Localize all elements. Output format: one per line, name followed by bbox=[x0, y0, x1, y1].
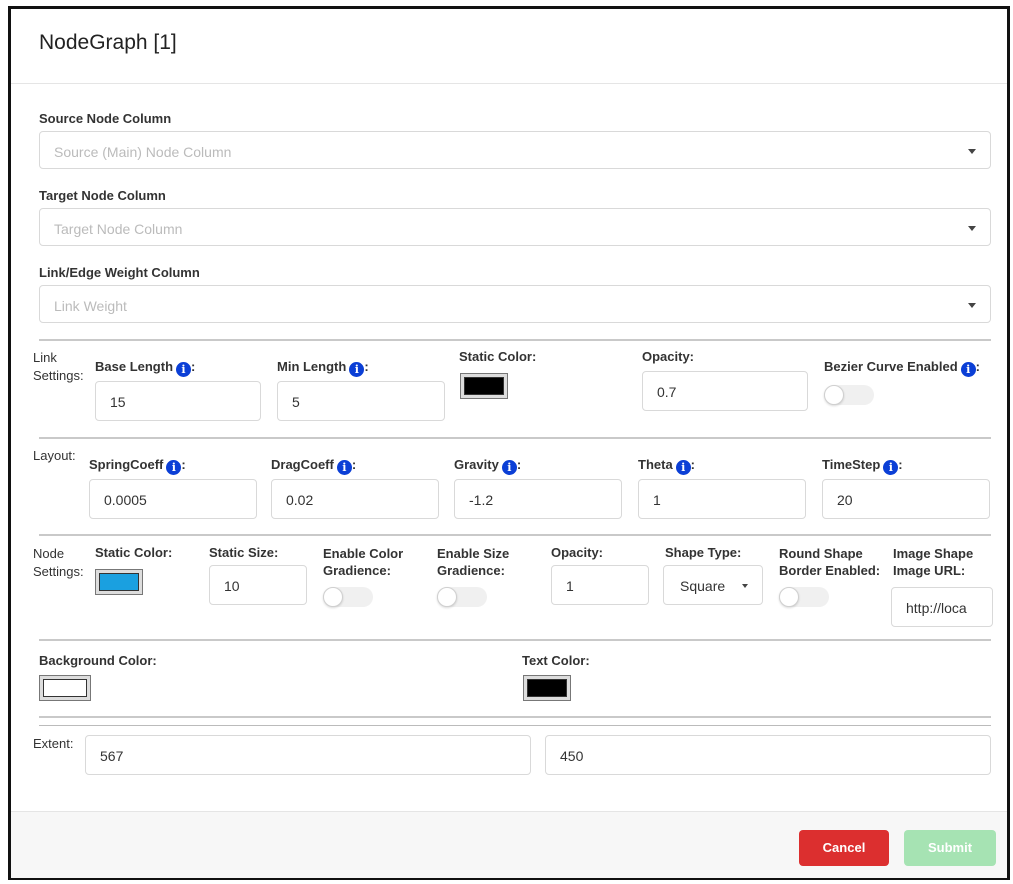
info-icon[interactable]: i bbox=[501, 460, 517, 475]
bezier-toggle[interactable] bbox=[824, 385, 874, 405]
link-weight-placeholder: Link Weight bbox=[54, 298, 127, 314]
cancel-button[interactable]: Cancel bbox=[799, 830, 889, 866]
toggle-knob bbox=[323, 587, 343, 607]
link-settings-label: Link Settings: bbox=[33, 350, 84, 383]
round-border-label: Round Shape Border Enabled: bbox=[779, 546, 881, 578]
spring-coeff-input[interactable]: 0.0005 bbox=[89, 479, 257, 519]
target-node-placeholder: Target Node Column bbox=[54, 221, 183, 237]
chevron-down-icon bbox=[968, 149, 976, 154]
layout-label: Layout: bbox=[33, 448, 76, 463]
chevron-down-icon bbox=[968, 303, 976, 308]
gravity-input[interactable]: -1.2 bbox=[454, 479, 622, 519]
round-border-toggle[interactable] bbox=[779, 587, 829, 607]
submit-button[interactable]: Submit bbox=[904, 830, 996, 866]
background-color-label: Background Color: bbox=[39, 653, 157, 668]
spring-coeff-label: SpringCoeff i: bbox=[89, 457, 186, 475]
source-node-placeholder: Source (Main) Node Column bbox=[54, 144, 232, 160]
divider bbox=[39, 534, 991, 536]
info-icon[interactable]: i bbox=[166, 460, 182, 475]
timestep-label: TimeStep i: bbox=[822, 457, 903, 475]
toggle-knob bbox=[824, 385, 844, 405]
info-icon[interactable]: i bbox=[960, 362, 976, 377]
chevron-down-icon bbox=[968, 226, 976, 231]
source-node-label: Source Node Column bbox=[39, 111, 172, 126]
min-length-label: Min Length i: bbox=[277, 359, 369, 377]
extent-label: Extent: bbox=[33, 736, 74, 751]
color-swatch-fill bbox=[99, 573, 139, 591]
image-url-input[interactable]: http://loca bbox=[891, 587, 993, 627]
chevron-down-icon bbox=[742, 584, 748, 588]
color-gradience-label: Enable Color Gradience: bbox=[323, 546, 404, 578]
shape-type-label: Shape Type: bbox=[665, 545, 742, 560]
source-node-select[interactable]: Source (Main) Node Column bbox=[39, 131, 991, 169]
extent-width-input[interactable]: 567 bbox=[85, 735, 531, 775]
min-length-input[interactable]: 5 bbox=[277, 381, 445, 421]
modal-title: NodeGraph [1] bbox=[39, 31, 177, 54]
info-icon[interactable]: i bbox=[675, 460, 691, 475]
theta-input[interactable]: 1 bbox=[638, 479, 806, 519]
text-color-picker[interactable] bbox=[523, 675, 571, 701]
image-url-label: Image Shape Image URL: bbox=[893, 546, 974, 578]
toggle-knob bbox=[437, 587, 457, 607]
color-swatch-fill bbox=[43, 679, 87, 697]
link-weight-select[interactable]: Link Weight bbox=[39, 285, 991, 323]
background-color-picker[interactable] bbox=[39, 675, 91, 701]
link-opacity-label: Opacity: bbox=[642, 349, 695, 364]
theta-label: Theta i: bbox=[638, 457, 696, 475]
info-icon[interactable]: i bbox=[349, 362, 365, 377]
drag-coeff-input[interactable]: 0.02 bbox=[271, 479, 439, 519]
timestep-input[interactable]: 20 bbox=[822, 479, 990, 519]
gravity-label: Gravity i: bbox=[454, 457, 522, 475]
static-size-input[interactable]: 10 bbox=[209, 565, 307, 605]
bezier-label: Bezier Curve Enabled i: bbox=[824, 359, 980, 377]
link-opacity-input[interactable]: 0.7 bbox=[642, 371, 808, 411]
static-size-label: Static Size: bbox=[209, 545, 279, 560]
divider bbox=[39, 639, 991, 641]
text-color-label: Text Color: bbox=[522, 653, 590, 668]
node-opacity-input[interactable]: 1 bbox=[551, 565, 649, 605]
divider bbox=[39, 725, 991, 726]
modal-dialog: NodeGraph [1] Source Node Column Source … bbox=[8, 6, 1010, 880]
shape-type-value: Square bbox=[680, 578, 726, 594]
shape-type-select[interactable]: Square bbox=[663, 565, 763, 605]
divider bbox=[39, 339, 991, 341]
info-icon[interactable]: i bbox=[176, 362, 192, 377]
info-icon[interactable]: i bbox=[883, 460, 899, 475]
link-weight-label: Link/Edge Weight Column bbox=[39, 265, 200, 280]
modal-footer: Cancel Submit bbox=[11, 811, 1007, 878]
node-static-color-picker[interactable] bbox=[95, 569, 143, 595]
divider bbox=[39, 437, 991, 439]
color-swatch-fill bbox=[527, 679, 567, 697]
size-gradience-toggle[interactable] bbox=[437, 587, 487, 607]
base-length-input[interactable]: 15 bbox=[95, 381, 261, 421]
base-length-label: Base Length i: bbox=[95, 359, 196, 377]
toggle-knob bbox=[779, 587, 799, 607]
node-settings-label: Node Settings: bbox=[33, 546, 84, 579]
target-node-select[interactable]: Target Node Column bbox=[39, 208, 991, 246]
info-icon[interactable]: i bbox=[336, 460, 352, 475]
drag-coeff-label: DragCoeff i: bbox=[271, 457, 357, 475]
size-gradience-label: Enable Size Gradience: bbox=[437, 546, 510, 578]
color-swatch-fill bbox=[464, 377, 504, 395]
node-opacity-label: Opacity: bbox=[551, 545, 604, 560]
extent-height-input[interactable]: 450 bbox=[545, 735, 991, 775]
link-static-color-picker[interactable] bbox=[460, 373, 508, 399]
link-static-color-label: Static Color: bbox=[459, 349, 537, 364]
target-node-label: Target Node Column bbox=[39, 188, 166, 203]
color-gradience-toggle[interactable] bbox=[323, 587, 373, 607]
header-divider bbox=[11, 83, 1007, 84]
divider bbox=[39, 716, 991, 718]
node-static-color-label: Static Color: bbox=[95, 545, 173, 560]
